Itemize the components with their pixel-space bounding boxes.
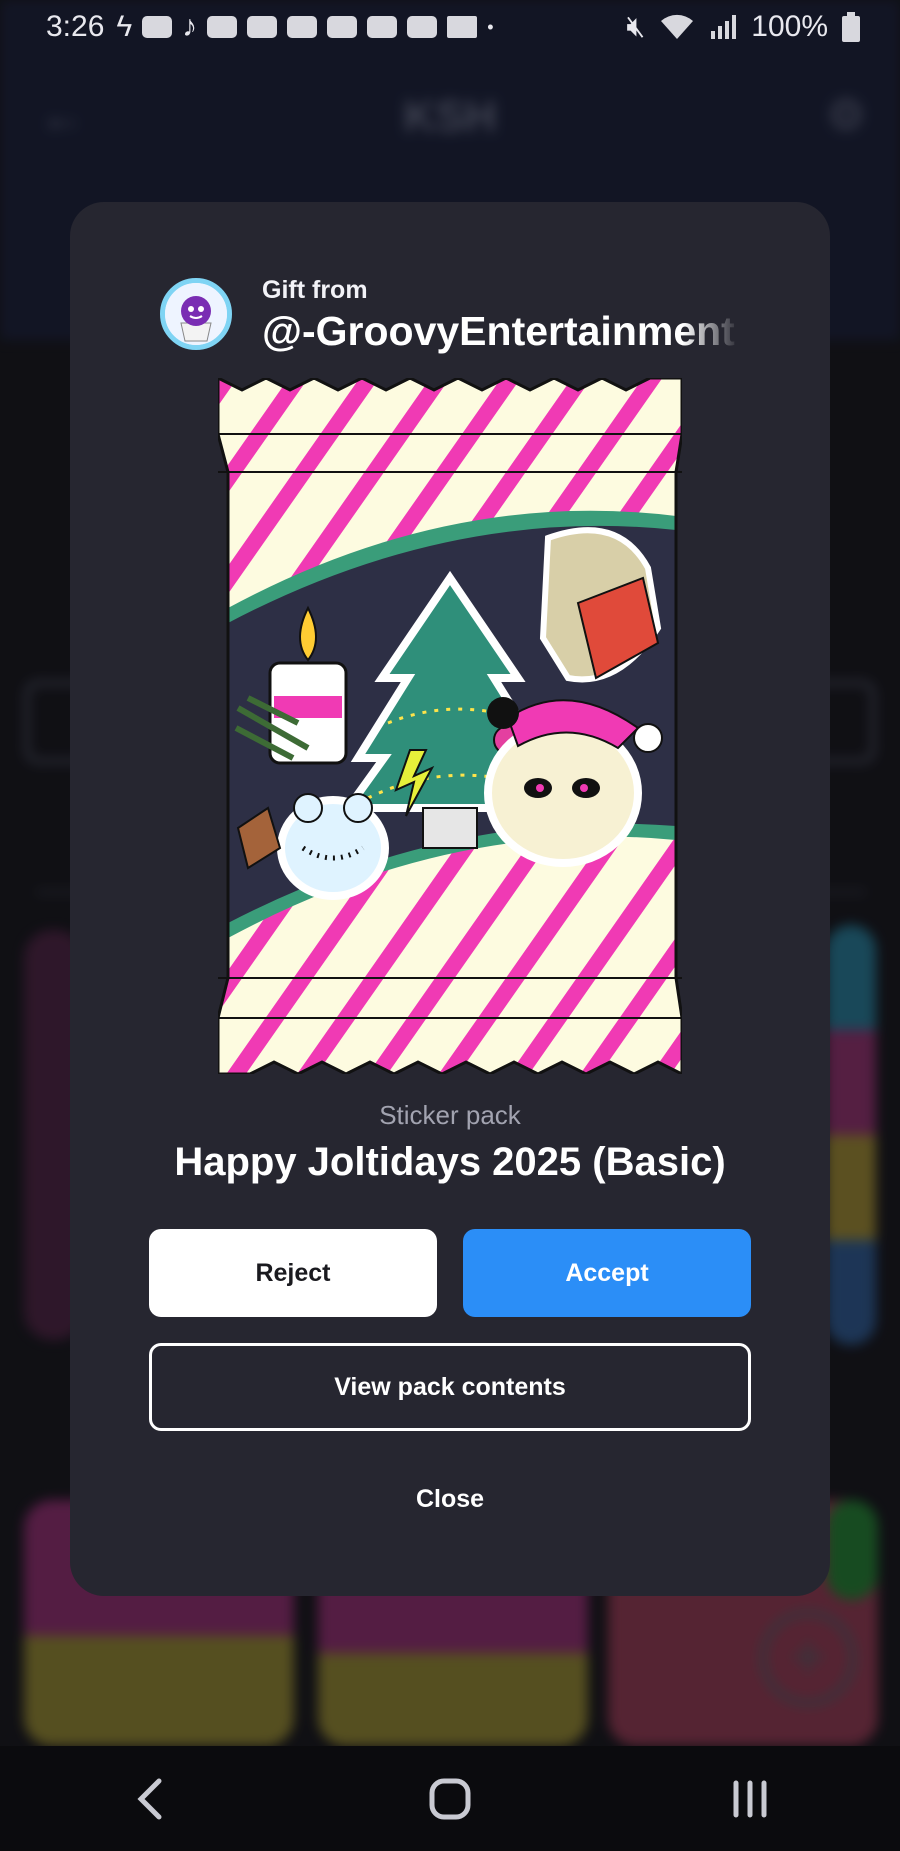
view-pack-contents-button[interactable]: View pack contents xyxy=(149,1343,751,1431)
status-right: 🔇︎ 100% xyxy=(626,10,860,44)
avatar-image xyxy=(165,283,227,345)
pack-type-label: Sticker pack xyxy=(379,1100,521,1130)
signal-icon xyxy=(711,15,737,39)
youtube-icon xyxy=(287,16,318,38)
system-nav-bar xyxy=(0,1746,900,1851)
battery-percent: 100% xyxy=(751,10,828,43)
wifi-icon xyxy=(661,14,694,39)
youtube-icon xyxy=(207,16,238,38)
gift-from-label: Gift from xyxy=(262,276,368,304)
nav-back-button[interactable] xyxy=(90,1759,210,1839)
mute-icon: 🔇︎ xyxy=(626,10,646,43)
nav-recents-button[interactable] xyxy=(690,1759,810,1839)
pack-name: Happy Joltidays 2025 (Basic) xyxy=(174,1140,726,1184)
youtube-icon xyxy=(407,16,438,38)
sender-username[interactable]: @-GroovyEntertainment xyxy=(262,308,740,355)
screen: ← KSH ⚙ + 3:26 ϟ ♪ • 🔇︎ 100% Gift from @… xyxy=(0,0,900,1851)
status-time: 3:26 xyxy=(46,10,105,43)
more-notifications-icon: • xyxy=(487,16,494,37)
flash-icon: ϟ xyxy=(116,10,133,43)
notification-icons: ϟ ♪ • xyxy=(116,10,493,44)
chevron-left-icon xyxy=(137,1778,162,1819)
youtube-icon xyxy=(142,16,173,38)
youtube-icon xyxy=(247,16,278,38)
close-button[interactable]: Close xyxy=(350,1456,550,1542)
status-bar: 3:26 ϟ ♪ • 🔇︎ 100% xyxy=(0,0,900,54)
battery-icon xyxy=(842,12,860,42)
home-icon xyxy=(429,1778,471,1819)
youtube-icon xyxy=(367,16,398,38)
accept-button[interactable]: Accept xyxy=(463,1229,751,1317)
folder-icon xyxy=(447,16,478,38)
reject-button[interactable]: Reject xyxy=(149,1229,437,1317)
recents-icon xyxy=(733,1780,767,1817)
sticker-pack-image xyxy=(218,378,682,1074)
nav-home-button[interactable] xyxy=(390,1759,510,1839)
youtube-icon xyxy=(327,16,358,38)
tiktok-icon: ♪ xyxy=(182,10,198,43)
sender-avatar[interactable] xyxy=(160,278,232,350)
